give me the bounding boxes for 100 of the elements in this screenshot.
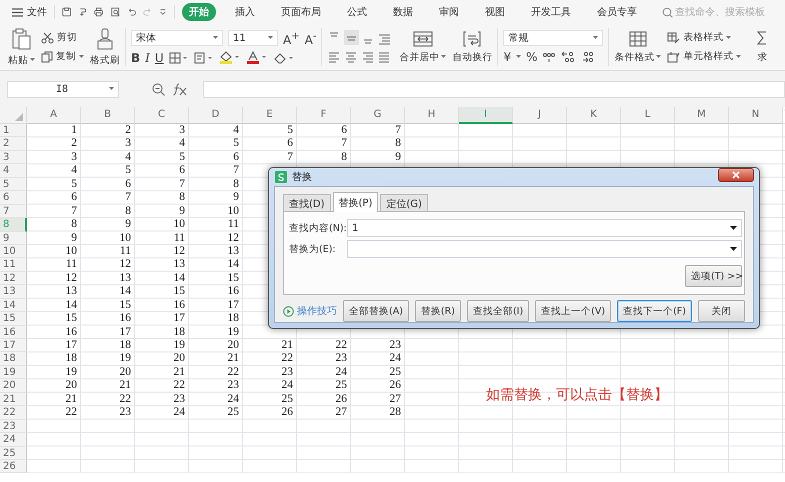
dialog-tab[interactable]: 替换(P) xyxy=(332,192,378,212)
row-header[interactable]: 23 xyxy=(0,420,27,434)
column-header[interactable]: B xyxy=(81,107,135,124)
ribbon-tab[interactable]: 开发工具 xyxy=(524,3,578,21)
cut-button[interactable]: 剪切 xyxy=(41,31,84,44)
row-header[interactable]: 16 xyxy=(0,326,27,339)
ribbon-tab[interactable]: 页面布局 xyxy=(274,3,328,21)
format-painter-button[interactable]: 格式刷 xyxy=(90,28,120,66)
column-header[interactable]: I xyxy=(459,107,513,124)
sum-label[interactable]: 求 xyxy=(757,50,768,64)
name-box[interactable]: I8 xyxy=(7,80,119,98)
print-icon[interactable] xyxy=(94,6,104,18)
percent-button[interactable]: % xyxy=(526,50,538,64)
copy-button[interactable]: 复制 xyxy=(41,50,84,63)
italic-button[interactable]: I xyxy=(145,50,150,64)
column-header[interactable]: G xyxy=(351,107,405,124)
decrease-decimal-icon[interactable] xyxy=(580,51,594,63)
column-header[interactable]: D xyxy=(189,107,243,124)
table-style-button[interactable]: 表格样式 xyxy=(667,31,742,44)
dialog-button[interactable]: 查找上一个(V) xyxy=(535,300,612,322)
ribbon-tab[interactable]: 公式 xyxy=(340,3,374,21)
row-header[interactable]: 5 xyxy=(0,178,27,192)
dialog-button[interactable]: 查找下一个(F) xyxy=(617,300,692,322)
undo-icon[interactable] xyxy=(126,6,136,18)
ribbon-tab[interactable]: 会员专享 xyxy=(590,3,644,21)
ribbon-tab[interactable]: 开始 xyxy=(182,3,216,21)
column-header[interactable]: L xyxy=(621,107,675,124)
row-header[interactable]: 3 xyxy=(0,150,27,164)
row-header[interactable]: 18 xyxy=(0,352,27,366)
font-size-select[interactable]: 11 xyxy=(228,30,278,46)
column-header[interactable]: N xyxy=(729,107,783,124)
merge-center-button[interactable]: 合并居中 xyxy=(399,30,446,64)
dialog-button[interactable]: 全部替换(A) xyxy=(343,300,409,322)
row-header[interactable]: 24 xyxy=(0,433,27,446)
tips-link[interactable]: 操作技巧 xyxy=(283,304,337,318)
combo-field[interactable] xyxy=(347,240,742,258)
ribbon-tab[interactable]: 数据 xyxy=(386,3,420,21)
search-field[interactable]: 查找命令、搜索模板 xyxy=(662,6,785,18)
font-color-icon[interactable] xyxy=(246,51,268,64)
row-header[interactable]: 9 xyxy=(0,232,27,245)
dialog-tab[interactable]: 查找(D) xyxy=(283,194,331,211)
print-preview-icon[interactable] xyxy=(110,6,120,18)
row-header[interactable]: 11 xyxy=(0,258,27,272)
underline-button[interactable]: U xyxy=(154,50,164,64)
save-icon[interactable] xyxy=(62,6,72,18)
row-header[interactable]: 20 xyxy=(0,379,27,393)
dropdown-icon[interactable] xyxy=(159,7,168,17)
eraser-icon[interactable] xyxy=(272,52,295,64)
close-button[interactable] xyxy=(718,168,754,182)
dialog-button[interactable]: 替换(R) xyxy=(414,300,461,322)
column-header[interactable]: H xyxy=(405,107,459,124)
row-header[interactable]: 4 xyxy=(0,164,27,178)
row-header[interactable]: 12 xyxy=(0,272,27,286)
ribbon-tab[interactable]: 视图 xyxy=(478,3,512,21)
fill-pattern-icon[interactable] xyxy=(194,52,214,64)
decrease-font-size-button[interactable]: A$^{-}$ xyxy=(304,30,316,46)
formula-input[interactable] xyxy=(203,80,785,98)
options-button[interactable]: 选项(T) >> xyxy=(685,265,742,287)
function-icon[interactable] xyxy=(173,82,187,96)
row-header[interactable]: 22 xyxy=(0,406,27,420)
fill-color-icon[interactable] xyxy=(218,51,241,64)
dialog-button[interactable]: 查找全部(I) xyxy=(466,300,530,322)
number-format-select[interactable]: 常规 xyxy=(503,30,604,46)
row-header[interactable]: 13 xyxy=(0,285,27,299)
column-header[interactable]: E xyxy=(243,107,297,124)
column-header[interactable]: C xyxy=(135,107,189,124)
row-header[interactable]: 17 xyxy=(0,339,27,352)
sum-icon[interactable] xyxy=(757,30,768,44)
conditional-format-button[interactable]: 条件格式 xyxy=(614,30,662,64)
row-header[interactable]: 14 xyxy=(0,298,27,312)
column-header[interactable]: K xyxy=(567,107,621,124)
border-icon[interactable] xyxy=(168,52,189,64)
ribbon-tab[interactable]: 插入 xyxy=(228,3,262,21)
font-name-select[interactable]: 宋体 xyxy=(131,30,223,46)
paste-button[interactable]: 粘贴 xyxy=(8,28,35,66)
row-header[interactable]: 26 xyxy=(0,460,27,474)
zoom-icon[interactable] xyxy=(152,82,165,96)
close-dialog-button[interactable]: 关闭 xyxy=(698,300,745,322)
file-menu[interactable]: 文件 xyxy=(12,5,47,19)
wrap-text-button[interactable]: 自动换行 xyxy=(452,30,492,64)
currency-button[interactable]: ¥ xyxy=(503,50,512,64)
column-header[interactable]: A xyxy=(27,107,81,124)
row-header[interactable]: 6 xyxy=(0,191,27,205)
row-header[interactable]: 21 xyxy=(0,392,27,406)
ribbon-tab[interactable]: 审阅 xyxy=(432,3,466,21)
increase-decimal-icon[interactable] xyxy=(561,51,576,63)
row-header[interactable]: 25 xyxy=(0,446,27,460)
bold-button[interactable]: B xyxy=(131,50,140,64)
column-header[interactable]: F xyxy=(297,107,351,124)
row-header[interactable]: 10 xyxy=(0,244,27,258)
row-header[interactable]: 19 xyxy=(0,366,27,380)
column-header[interactable]: J xyxy=(513,107,567,124)
row-header[interactable]: 7 xyxy=(0,204,27,218)
dialog-tab[interactable]: 定位(G) xyxy=(380,194,428,211)
thousands-separator-icon[interactable] xyxy=(542,51,556,63)
row-header[interactable]: 1 xyxy=(0,124,27,138)
increase-font-size-button[interactable]: A$^{+}$ xyxy=(283,30,300,46)
row-header[interactable]: 2 xyxy=(0,137,27,151)
cell-style-button[interactable]: 单元格样式 xyxy=(667,50,742,63)
combo-field[interactable]: 1 xyxy=(347,219,742,237)
